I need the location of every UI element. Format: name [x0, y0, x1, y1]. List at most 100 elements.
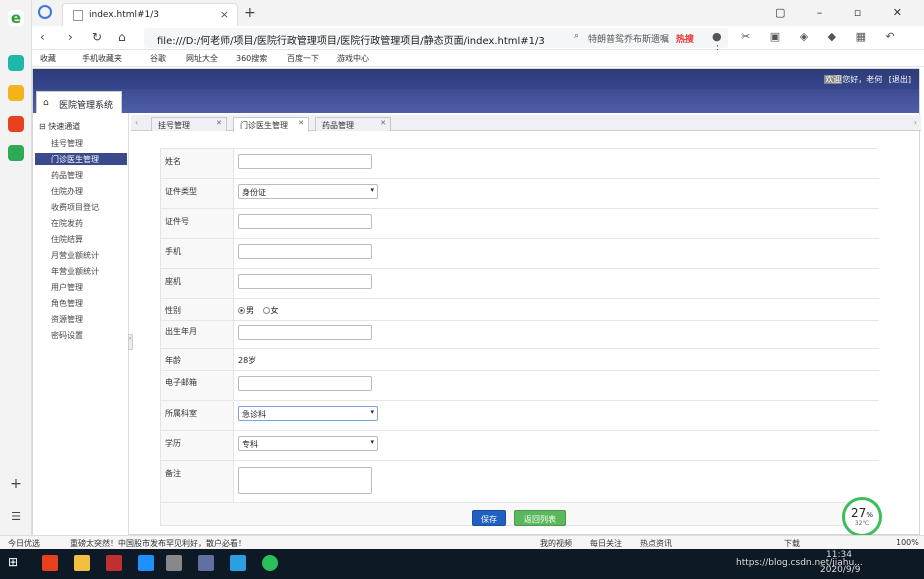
home-icon[interactable]: ⌂: [118, 30, 126, 44]
tab-clinic-doctor[interactable]: 门诊医生管理 ✕: [233, 117, 309, 132]
app-gray-icon[interactable]: [166, 555, 182, 571]
window-controls[interactable]: ▢ – ▫ ✕: [775, 6, 916, 19]
browser-logo-icon[interactable]: e: [8, 10, 24, 26]
note-textarea[interactable]: [238, 467, 372, 494]
tabs-next-icon[interactable]: ›: [914, 118, 917, 127]
bookmark-item[interactable]: 收藏: [40, 53, 56, 64]
sidebar-item-settlement[interactable]: 住院结算: [35, 233, 127, 245]
status-news[interactable]: 重磅太突然！中国股市发布罕见利好，散户必看！: [70, 538, 246, 549]
reload-icon[interactable]: ↻: [92, 30, 102, 44]
sidebar-item-fee-items[interactable]: 收费项目登记: [35, 201, 127, 213]
explorer-icon[interactable]: [74, 555, 90, 571]
search-text: 特朗普鸳乔布斯遗嘱: [588, 35, 670, 45]
app-p-icon[interactable]: [106, 555, 122, 571]
windows-taskbar: ⊞ https://blog.csdn.net/jiahu... 11:34 2…: [0, 549, 924, 579]
bookmark-item[interactable]: 谷歌: [150, 53, 166, 64]
close-tab-icon[interactable]: ✕: [216, 119, 222, 127]
app-weather-icon[interactable]: [230, 555, 246, 571]
bookmark-item[interactable]: 游戏中心: [337, 53, 369, 64]
sidebar-item-admission[interactable]: 住院办理: [35, 185, 127, 197]
clock-date[interactable]: 2020/9/9: [820, 565, 860, 575]
tab-label: 药品管理: [322, 121, 354, 130]
app-edit-icon[interactable]: [198, 555, 214, 571]
search-box[interactable]: ⌕ 特朗普鸳乔布斯遗嘱 热搜: [568, 28, 728, 48]
status-daily-pick[interactable]: 今日优选: [8, 538, 40, 549]
form-row-note: 备注: [161, 461, 879, 503]
mobile-input[interactable]: [238, 244, 372, 259]
close-tab-icon[interactable]: ×: [220, 8, 229, 21]
email-input[interactable]: [238, 376, 372, 391]
mobile-label: 手机: [165, 247, 181, 256]
cpu-gauge[interactable]: 27% 32℃: [842, 497, 882, 537]
gender-female-radio[interactable]: [262, 307, 270, 314]
browser-taskbar-icon[interactable]: [262, 555, 278, 571]
idtype-select[interactable]: 身份证: [238, 184, 378, 199]
sidebar-item-resources[interactable]: 资源管理: [35, 313, 127, 325]
status-hot[interactable]: 热点资讯: [640, 538, 672, 549]
edu-select[interactable]: 专科: [238, 436, 378, 451]
tab-registration[interactable]: 挂号管理 ✕: [151, 117, 227, 131]
clock-time[interactable]: 11:34: [826, 550, 852, 560]
bookmark-item[interactable]: 网址大全: [186, 53, 218, 64]
sidebar-item-yearly-stats[interactable]: 年营业额统计: [35, 265, 127, 277]
status-download[interactable]: 下载: [784, 538, 800, 549]
mobile-cell: [233, 239, 879, 268]
sidebar-item-medicine[interactable]: 药品管理: [35, 169, 127, 181]
age-cell: 28岁: [233, 349, 879, 370]
back-icon[interactable]: ‹: [40, 30, 45, 44]
save-button[interactable]: 保存: [472, 510, 506, 526]
browser-tab[interactable]: index.html#1/3 ×: [62, 3, 238, 26]
new-tab-button[interactable]: +: [244, 5, 256, 21]
apps-icon[interactable]: [8, 55, 24, 71]
search-hot-badge: 热搜: [675, 35, 694, 45]
gender-male-radio[interactable]: [238, 307, 245, 314]
sidebar-item-registration[interactable]: 挂号管理: [35, 137, 127, 149]
sidebar-collapse-handle[interactable]: ‹: [128, 334, 133, 350]
idno-cell: [233, 209, 879, 238]
sidebar-item-roles[interactable]: 角色管理: [35, 297, 127, 309]
tab-label: 挂号管理: [158, 121, 190, 130]
sidebar: ⊟ 快速通道 挂号管理 门诊医生管理 药品管理 住院办理 收费项目登记 在院发药…: [33, 113, 129, 536]
weibo-icon[interactable]: [8, 116, 24, 132]
app-h-icon[interactable]: [42, 555, 58, 571]
idno-input[interactable]: [238, 214, 372, 229]
search-icon: ⌕: [574, 31, 580, 41]
menu-icon[interactable]: ☰: [8, 510, 24, 526]
page-icon: [73, 10, 83, 21]
phone-input[interactable]: [238, 274, 372, 289]
status-video[interactable]: 我的视频: [540, 538, 572, 549]
mail-icon[interactable]: [8, 145, 24, 161]
phone-cell: [233, 269, 879, 298]
favorites-icon[interactable]: [8, 85, 24, 101]
address-bar[interactable]: file:///D:/何老师/项目/医院行政管理项目/医院行政管理项目/静态页面…: [144, 28, 590, 48]
sidebar-item-dispense[interactable]: 在院发药: [35, 217, 127, 229]
sidebar-item-monthly-stats[interactable]: 月营业额统计: [35, 249, 127, 261]
forward-icon[interactable]: ›: [68, 30, 73, 44]
form-row-dept: 所属科室 急诊科: [161, 401, 879, 431]
logout-link[interactable]: [退出]: [889, 75, 911, 84]
status-zoom[interactable]: 100%: [896, 538, 919, 547]
form-row-birth: 出生年月: [161, 321, 879, 349]
tabs-prev-icon[interactable]: ‹: [135, 118, 138, 127]
sidebar-item-users[interactable]: 用户管理: [35, 281, 127, 293]
dept-select[interactable]: 急诊科: [238, 406, 378, 421]
content-tabs: ‹ 挂号管理 ✕ 门诊医生管理 ✕ 药品管理 ✕ ›: [131, 115, 921, 132]
app-titlebar: ⌂ 医院管理系统: [33, 89, 919, 113]
name-input[interactable]: [238, 154, 372, 169]
user-welcome: 欢迎: [824, 75, 843, 84]
bookmark-item[interactable]: 360搜索: [236, 53, 267, 64]
browser-nav-logo-icon[interactable]: [38, 5, 52, 19]
add-icon[interactable]: +: [8, 477, 24, 493]
back-to-list-button[interactable]: 返回列表: [514, 510, 566, 526]
app-blue-icon[interactable]: [138, 555, 154, 571]
sidebar-item-clinic-doctor[interactable]: 门诊医生管理: [35, 153, 127, 165]
bookmark-item[interactable]: 百度一下: [287, 53, 319, 64]
bookmark-item[interactable]: 手机收藏夹: [82, 53, 122, 64]
status-daily[interactable]: 每日关注: [590, 538, 622, 549]
close-tab-icon[interactable]: ✕: [298, 119, 304, 127]
birth-input[interactable]: [238, 325, 372, 340]
sidebar-item-password[interactable]: 密码设置: [35, 329, 127, 341]
start-icon[interactable]: ⊞: [8, 555, 24, 571]
tab-medicine[interactable]: 药品管理 ✕: [315, 117, 391, 131]
close-tab-icon[interactable]: ✕: [380, 119, 386, 127]
